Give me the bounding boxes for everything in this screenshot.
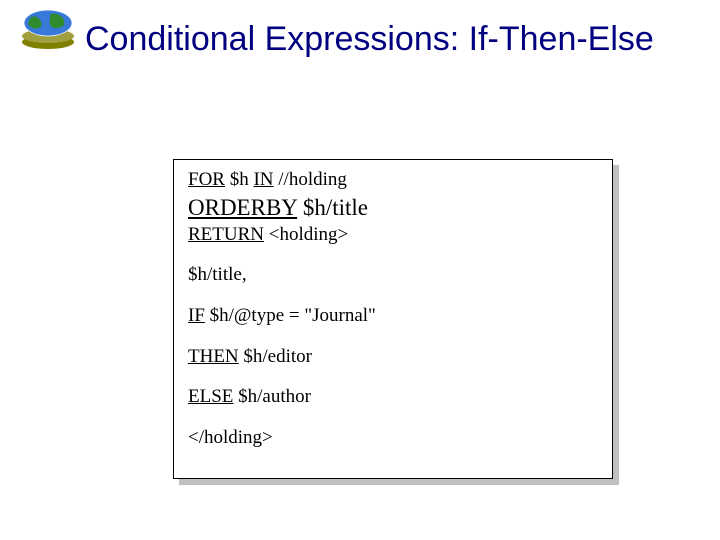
kw-if: IF <box>188 305 205 326</box>
slide: Conditional Expressions: If-Then-Else FO… <box>0 0 720 540</box>
code-line-if: IF $h/@type = "Journal" <box>188 304 600 329</box>
slide-title: Conditional Expressions: If-Then-Else <box>85 20 654 59</box>
code-line-for: FOR $h IN //holding <box>188 168 600 193</box>
code-line-orderby: ORDERBY $h/title <box>188 193 600 223</box>
code-box: FOR $h IN //holding ORDERBY $h/title RET… <box>173 159 613 479</box>
kw-orderby: ORDERBY <box>188 195 297 220</box>
code-line-then: THEN $h/editor <box>188 345 600 370</box>
kw-in: IN <box>253 169 273 190</box>
return-open: <holding> <box>264 224 348 245</box>
code-line-return: RETURN <holding> <box>188 223 600 248</box>
kw-else: ELSE <box>188 386 233 407</box>
code-line-else: ELSE $h/author <box>188 385 600 410</box>
code-line-title: $h/title, <box>188 263 600 288</box>
kw-then: THEN <box>188 346 239 367</box>
orderby-expr: $h/title <box>297 195 368 220</box>
else-expr: $h/author <box>233 386 311 407</box>
then-expr: $h/editor <box>239 346 312 367</box>
code-line-close: </holding> <box>188 426 600 451</box>
if-cond: $h/@type = "Journal" <box>205 305 376 326</box>
globe-logo-icon <box>20 8 76 55</box>
path-holding: //holding <box>274 169 347 190</box>
kw-for: FOR <box>188 169 225 190</box>
kw-return: RETURN <box>188 224 264 245</box>
var-h: $h <box>225 169 254 190</box>
